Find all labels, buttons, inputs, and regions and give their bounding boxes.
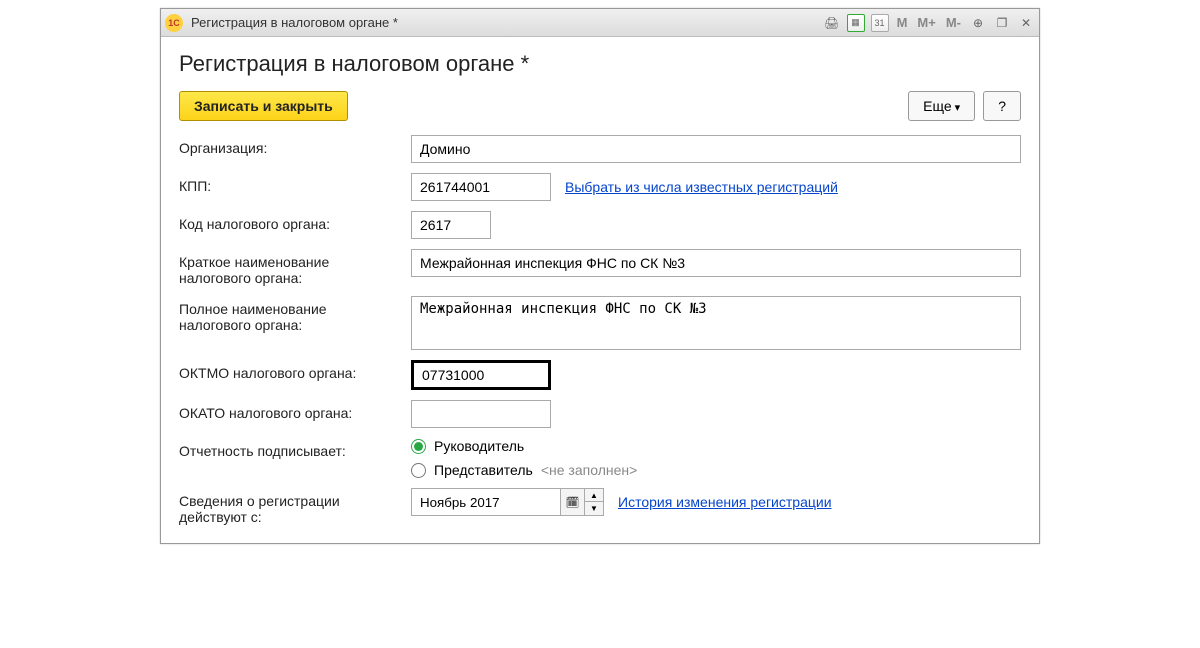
close-icon[interactable]: ✕ [1017,14,1035,32]
effective-date-input[interactable] [411,488,561,516]
signer-label: Отчетность подписывает: [179,438,399,459]
short-name-input[interactable] [411,249,1021,277]
kpp-input[interactable] [411,173,551,201]
signer-leader-row[interactable]: Руководитель [411,438,637,454]
effective-date-picker: 🗓 ▲ ▼ [411,488,604,516]
oktmo-label: ОКТМО налогового органа: [179,360,399,381]
full-name-label: Полное наименование налогового органа: [179,296,399,333]
memory-m-button[interactable]: M [895,14,910,32]
window-title: Регистрация в налоговом органе * [191,15,823,30]
organization-input[interactable] [411,135,1021,163]
signer-rep-hint: <не заполнен> [541,462,637,478]
date-step-up[interactable]: ▲ [585,489,603,502]
print-icon[interactable]: 🖨 [823,14,841,32]
oktmo-input[interactable] [411,360,551,390]
okato-input[interactable] [411,400,551,428]
short-name-label: Краткое наименование налогового органа: [179,249,399,286]
toolbar: Записать и закрыть Еще ? [179,91,1021,121]
calendar-open-icon[interactable]: 🗓 [561,488,585,516]
signer-leader-label: Руководитель [434,438,524,454]
help-button[interactable]: ? [983,91,1021,121]
save-and-close-button[interactable]: Записать и закрыть [179,91,348,121]
memory-mminus-button[interactable]: M- [944,14,963,32]
effective-label: Сведения о регистрации действуют с: [179,488,399,525]
calculator-icon[interactable]: ▦ [847,14,865,32]
titlebar: 1С Регистрация в налоговом органе * 🖨 ▦ … [161,9,1039,37]
date-step-down[interactable]: ▼ [585,502,603,515]
window: 1С Регистрация в налоговом органе * 🖨 ▦ … [160,8,1040,544]
tax-code-input[interactable] [411,211,491,239]
signer-rep-row[interactable]: Представитель <не заполнен> [411,462,637,478]
maximize-icon[interactable]: ❐ [993,14,1011,32]
signer-rep-label: Представитель [434,462,533,478]
more-button[interactable]: Еще [908,91,975,121]
zoom-icon[interactable]: ⊕ [969,14,987,32]
calendar-icon[interactable]: 31 [871,14,889,32]
organization-label: Организация: [179,135,399,156]
okato-label: ОКАТО налогового органа: [179,400,399,421]
signer-leader-radio[interactable] [411,439,426,454]
date-stepper: ▲ ▼ [585,488,604,516]
kpp-select-link[interactable]: Выбрать из числа известных регистраций [565,179,838,195]
full-name-textarea[interactable]: Межрайонная инспекция ФНС по СК №3 [411,296,1021,350]
content: Регистрация в налоговом органе * Записат… [161,37,1039,543]
registration-history-link[interactable]: История изменения регистрации [618,494,832,510]
titlebar-actions: 🖨 ▦ 31 M M+ M- ⊕ ❐ ✕ [823,14,1035,32]
page-title: Регистрация в налоговом органе * [179,51,1021,77]
form: Организация: КПП: Выбрать из числа извес… [179,135,1021,525]
memory-mplus-button[interactable]: M+ [915,14,937,32]
kpp-label: КПП: [179,173,399,194]
app-icon: 1С [165,14,183,32]
tax-code-label: Код налогового органа: [179,211,399,232]
signer-rep-radio[interactable] [411,463,426,478]
